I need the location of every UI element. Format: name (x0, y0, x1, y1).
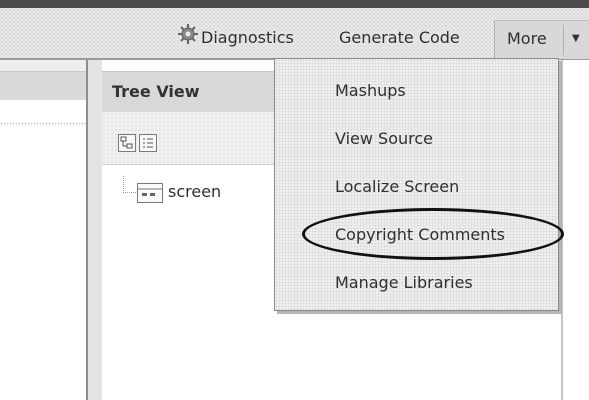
menu-item-localize-screen[interactable]: Localize Screen (335, 177, 459, 196)
generate-code-button[interactable]: Generate Code (339, 28, 460, 47)
right-panel-strip (563, 60, 589, 400)
menu-item-manage-libraries[interactable]: Manage Libraries (335, 273, 473, 292)
screen-node-icon (137, 183, 163, 203)
tree-view-title: Tree View (112, 82, 200, 101)
left-panel-frame (0, 60, 86, 71)
expand-all-icon[interactable] (118, 134, 136, 152)
gear-bug-icon[interactable] (176, 22, 200, 46)
diagnostics-button[interactable]: Diagnostics (201, 28, 294, 47)
list-icon[interactable] (139, 134, 157, 152)
more-button-label: More (507, 29, 547, 48)
more-button[interactable]: More ▼ (494, 20, 589, 59)
more-button-separator (563, 25, 564, 55)
left-panel-header (0, 71, 86, 101)
highlight-ellipse (302, 208, 564, 260)
caret-down-icon[interactable]: ▼ (572, 33, 580, 44)
toolbar-top-border (0, 0, 589, 8)
left-panel-body (0, 100, 86, 400)
menu-item-mashups[interactable]: Mashups (335, 81, 406, 100)
more-dropdown-menu: Mashups View Source Localize Screen Copy… (274, 58, 559, 311)
menu-item-view-source[interactable]: View Source (335, 129, 433, 148)
tree-node-screen[interactable]: screen (168, 182, 221, 201)
tree-connector-line (123, 176, 136, 193)
left-panel-divider (0, 122, 86, 126)
